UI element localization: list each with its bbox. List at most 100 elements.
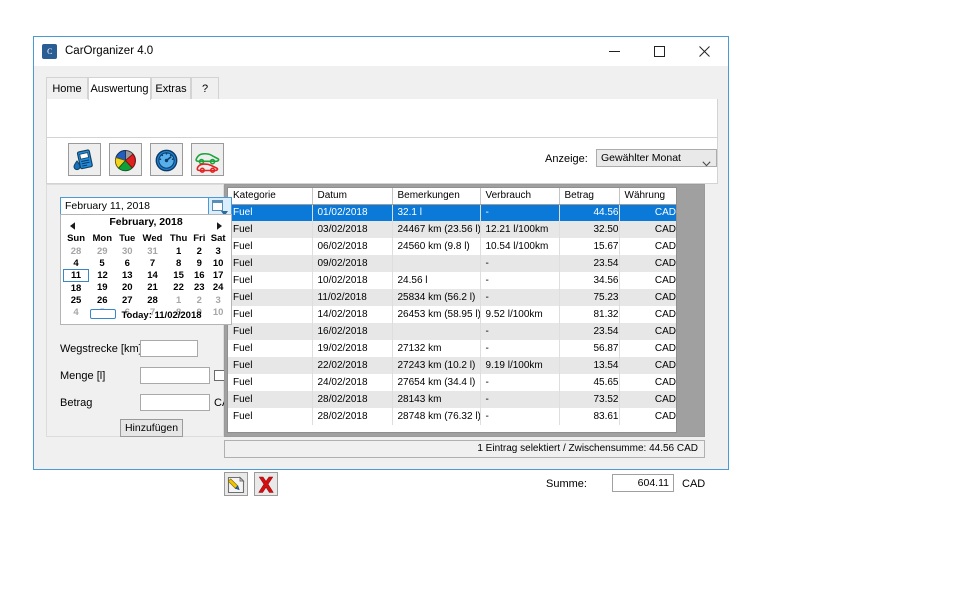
table-row[interactable]: Fuel16/02/2018-23.54CAD: [228, 323, 676, 340]
table-cell-bemerkungen: 24560 km (9.8 l): [392, 238, 480, 255]
menge-input[interactable]: [140, 367, 210, 384]
betrag-input[interactable]: [140, 394, 210, 411]
calendar-day[interactable]: 4: [64, 257, 89, 270]
calendar-week-row: 28293031123: [64, 245, 229, 257]
entries-table-container[interactable]: KategorieDatumBemerkungenVerbrauchBetrag…: [227, 187, 677, 433]
calendar-day[interactable]: 26: [89, 294, 116, 306]
application-window: C CarOrganizer 4.0 Home Auswertung Extra…: [33, 36, 729, 470]
tab-help[interactable]: ?: [191, 77, 219, 99]
calendar-day[interactable]: 30: [116, 245, 139, 257]
table-column-header[interactable]: Kategorie: [228, 188, 312, 204]
table-row[interactable]: Fuel03/02/201824467 km (23.56 l)12.21 l/…: [228, 221, 676, 238]
calendar-day[interactable]: 3: [208, 294, 229, 306]
calendar-day[interactable]: 12: [89, 270, 116, 282]
calendar-title[interactable]: February, 2018: [61, 216, 231, 228]
calendar-day[interactable]: 10: [208, 257, 229, 270]
table-cell-kategorie: Fuel: [228, 238, 312, 255]
calendar-day[interactable]: 13: [116, 270, 139, 282]
calendar-day[interactable]: 22: [166, 282, 190, 295]
table-row[interactable]: Fuel09/02/2018-23.54CAD: [228, 255, 676, 272]
table-row[interactable]: Fuel24/02/201827654 km (34.4 l)-45.65CAD: [228, 374, 676, 391]
calendar-day[interactable]: 29: [89, 245, 116, 257]
pie-chart-icon: [112, 147, 139, 174]
edit-pencil-icon: [226, 475, 246, 495]
calendar-day-selected[interactable]: 11: [64, 270, 89, 282]
wegstrecke-input[interactable]: [140, 340, 198, 357]
table-row[interactable]: Fuel11/02/201825834 km (56.2 l)-75.23CAD: [228, 289, 676, 306]
table-cell-datum: 11/02/2018: [312, 289, 392, 306]
pie-chart-report-button[interactable]: [109, 143, 142, 176]
table-header-row: KategorieDatumBemerkungenVerbrauchBetrag…: [228, 188, 676, 204]
close-button[interactable]: [682, 37, 727, 66]
minimize-button[interactable]: [592, 37, 637, 66]
calendar-weekday-mon: Mon: [89, 232, 116, 245]
calendar-day[interactable]: 28: [64, 245, 89, 257]
calendar-day[interactable]: 15: [166, 270, 190, 282]
tab-home[interactable]: Home: [46, 77, 88, 99]
date-picker-dropdown-button[interactable]: [208, 198, 231, 214]
edit-entry-button[interactable]: [224, 472, 248, 496]
table-cell-waehrung: CAD: [619, 357, 676, 374]
calendar-day[interactable]: 1: [166, 245, 190, 257]
table-row[interactable]: Fuel28/02/201828748 km (76.32 l)-83.61CA…: [228, 408, 676, 425]
calendar-weekday-thu: Thu: [166, 232, 190, 245]
table-row[interactable]: Fuel06/02/201824560 km (9.8 l)10.54 l/10…: [228, 238, 676, 255]
tab-auswertung[interactable]: Auswertung: [88, 77, 151, 100]
table-row-selected[interactable]: Fuel01/02/201832.1 l-44.56CAD: [228, 204, 676, 221]
delete-entry-button[interactable]: [254, 472, 278, 496]
table-row[interactable]: Fuel10/02/201824.56 l-34.56CAD: [228, 272, 676, 289]
maximize-button[interactable]: [637, 37, 682, 66]
add-entry-button[interactable]: Hinzufügen: [120, 419, 183, 437]
table-column-header[interactable]: Verbrauch: [480, 188, 559, 204]
calendar-day[interactable]: 23: [191, 282, 208, 295]
next-month-arrow[interactable]: [214, 218, 224, 228]
table-cell-datum: 14/02/2018: [312, 306, 392, 323]
calendar-day[interactable]: 14: [139, 270, 167, 282]
maximize-icon: [654, 46, 665, 57]
tab-extras[interactable]: Extras: [151, 77, 191, 99]
table-column-header[interactable]: Betrag: [559, 188, 619, 204]
table-cell-verbrauch: -: [480, 255, 559, 272]
table-row[interactable]: Fuel28/02/201828143 km-73.52CAD: [228, 391, 676, 408]
calendar-day[interactable]: 25: [64, 294, 89, 306]
fuel-report-button[interactable]: [68, 143, 101, 176]
summe-value: 604.11: [612, 474, 674, 492]
calendar-day[interactable]: 21: [139, 282, 167, 295]
table-cell-datum: 16/02/2018: [312, 323, 392, 340]
speedometer-report-button[interactable]: [150, 143, 183, 176]
calendar-day[interactable]: 16: [191, 270, 208, 282]
calendar-day[interactable]: 5: [89, 257, 116, 270]
calendar-day[interactable]: 1: [166, 294, 190, 306]
date-picker-combo[interactable]: February 11, 2018: [60, 197, 232, 215]
calendar-day[interactable]: 27: [116, 294, 139, 306]
table-row[interactable]: Fuel22/02/201827243 km (10.2 l)9.19 l/10…: [228, 357, 676, 374]
calendar-day[interactable]: 17: [208, 270, 229, 282]
table-column-header[interactable]: Bemerkungen: [392, 188, 480, 204]
calendar-today-row[interactable]: Today: 11/02/2018: [61, 309, 231, 322]
calendar-day[interactable]: 18: [64, 282, 89, 295]
calendar-popup[interactable]: February, 2018 SunMonTueWedThuFriSat 282…: [60, 214, 232, 325]
calendar-day[interactable]: 2: [191, 245, 208, 257]
calendar-day[interactable]: 20: [116, 282, 139, 295]
calendar-day[interactable]: 2: [191, 294, 208, 306]
table-cell-bemerkungen: 32.1 l: [392, 204, 480, 221]
table-row[interactable]: Fuel19/02/201827132 km-56.87CAD: [228, 340, 676, 357]
table-column-header[interactable]: Währung: [619, 188, 676, 204]
table-cell-waehrung: CAD: [619, 306, 676, 323]
calendar-day[interactable]: 24: [208, 282, 229, 295]
calendar-day[interactable]: 19: [89, 282, 116, 295]
calendar-day[interactable]: 28: [139, 294, 167, 306]
anzeige-dropdown[interactable]: Gewählter Monat: [596, 149, 717, 167]
calendar-day[interactable]: 8: [166, 257, 190, 270]
table-column-header[interactable]: Datum: [312, 188, 392, 204]
calendar-day[interactable]: 9: [191, 257, 208, 270]
table-cell-datum: 10/02/2018: [312, 272, 392, 289]
calendar-day[interactable]: 7: [139, 257, 167, 270]
table-row[interactable]: Fuel14/02/201826453 km (58.95 l)9.52 l/1…: [228, 306, 676, 323]
calendar-day[interactable]: 6: [116, 257, 139, 270]
table-cell-betrag: 56.87: [559, 340, 619, 357]
table-cell-waehrung: CAD: [619, 323, 676, 340]
calendar-day[interactable]: 31: [139, 245, 167, 257]
calendar-day[interactable]: 3: [208, 245, 229, 257]
vehicle-comparison-button[interactable]: [191, 143, 224, 176]
